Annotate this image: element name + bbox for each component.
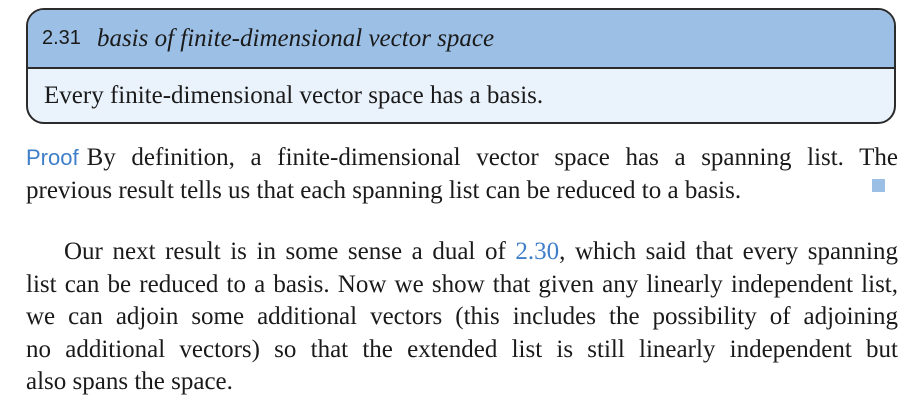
result-box: 2.31 basis of finite-dimensional vector … [26,8,896,124]
result-header: 2.31 basis of finite-dimensional vector … [28,10,894,69]
next-line-2: list can be reduced to a basis. Now we s… [26,270,898,298]
proof-line-2: previous result tells us that each spann… [26,176,742,204]
result-title: basis of finite-dimensional vector space [96,24,495,52]
next-line-1: Our next result is in some sense a dual … [26,236,898,269]
result-statement: Every finite-dimensional vector space ha… [44,81,544,109]
next-line-1-post: , which said that every spanning [559,238,898,265]
qed-square-icon [872,179,885,192]
proof-text-1: By definition, a finite-dimensional vect… [86,144,898,171]
next-line-1-pre: Our next result is in some sense a dual … [64,238,516,265]
next-line-3: we can adjoin some additional vectors (t… [26,303,898,331]
proof-paragraph: Proof By definition, a finite-dimensional… [26,142,898,207]
proof-label: Proof [26,145,79,170]
next-line-4: no additional vectors) so that the exten… [26,335,898,363]
result-number: 2.31 [42,27,81,49]
proof-line-1: Proof By definition, a finite-dimensional… [26,142,898,175]
next-paragraph: Our next result is in some sense a dual … [26,236,898,399]
cross-reference-link[interactable]: 2.30 [515,238,559,265]
next-line-5: also spans the space. [26,368,233,396]
